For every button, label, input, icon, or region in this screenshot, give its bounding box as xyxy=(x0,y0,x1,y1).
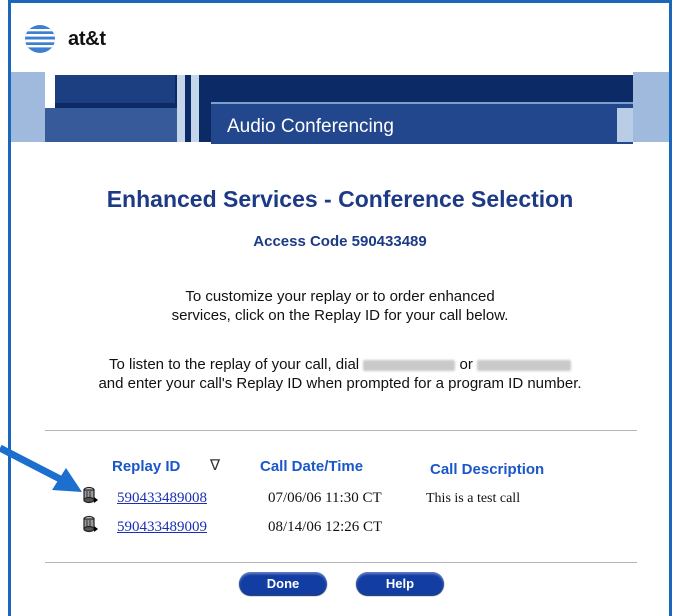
blue-arrow-icon xyxy=(0,444,82,492)
done-button[interactable]: Done xyxy=(239,572,327,595)
att-globe-icon xyxy=(25,25,55,53)
replay-instructions-line-2: and enter your call's Replay ID when pro… xyxy=(98,375,582,392)
att-logo-text: at&t xyxy=(68,27,106,50)
customize-instructions: To customize your replay or to order enh… xyxy=(11,287,669,325)
instructions-line-1: To customize your replay or to order enh… xyxy=(185,288,495,305)
recording-drum-icon xyxy=(83,515,98,533)
call-datetime: 08/14/06 12:26 CT xyxy=(268,519,383,535)
redacted-phone-2 xyxy=(477,359,571,371)
sort-down-icon[interactable]: ∇ xyxy=(210,456,220,474)
help-button[interactable]: Help xyxy=(356,572,444,595)
call-datetime: 07/06/06 11:30 CT xyxy=(268,490,382,506)
dial-text: To listen to the replay of your call, di… xyxy=(109,356,360,373)
header-call-description[interactable]: Call Description xyxy=(430,461,544,478)
divider-top xyxy=(45,430,637,431)
call-description: This is a test call xyxy=(426,491,521,506)
replay-instructions-line-1: To listen to the replay of your call, di… xyxy=(11,355,669,374)
instructions-line-2: services, click on the Replay ID for you… xyxy=(171,307,509,324)
or-text: or xyxy=(459,356,473,373)
header-replay-id[interactable]: Replay ID xyxy=(112,458,180,475)
redacted-phone-1 xyxy=(363,359,456,371)
audio-conferencing-banner: Audio Conferencing xyxy=(11,72,669,144)
att-logo: at&t xyxy=(24,24,106,54)
header-call-datetime[interactable]: Call Date/Time xyxy=(260,458,363,475)
banner-title: Audio Conferencing xyxy=(227,116,394,137)
page-title: Enhanced Services - Conference Selection xyxy=(106,186,574,212)
replay-instructions: To listen to the replay of your call, di… xyxy=(11,355,669,393)
access-code: Access Code 590433489 xyxy=(253,233,427,250)
divider-bottom xyxy=(45,562,637,563)
replay-id-link[interactable]: 590433489009 xyxy=(117,519,207,536)
replay-id-link[interactable]: 590433489008 xyxy=(117,490,207,507)
